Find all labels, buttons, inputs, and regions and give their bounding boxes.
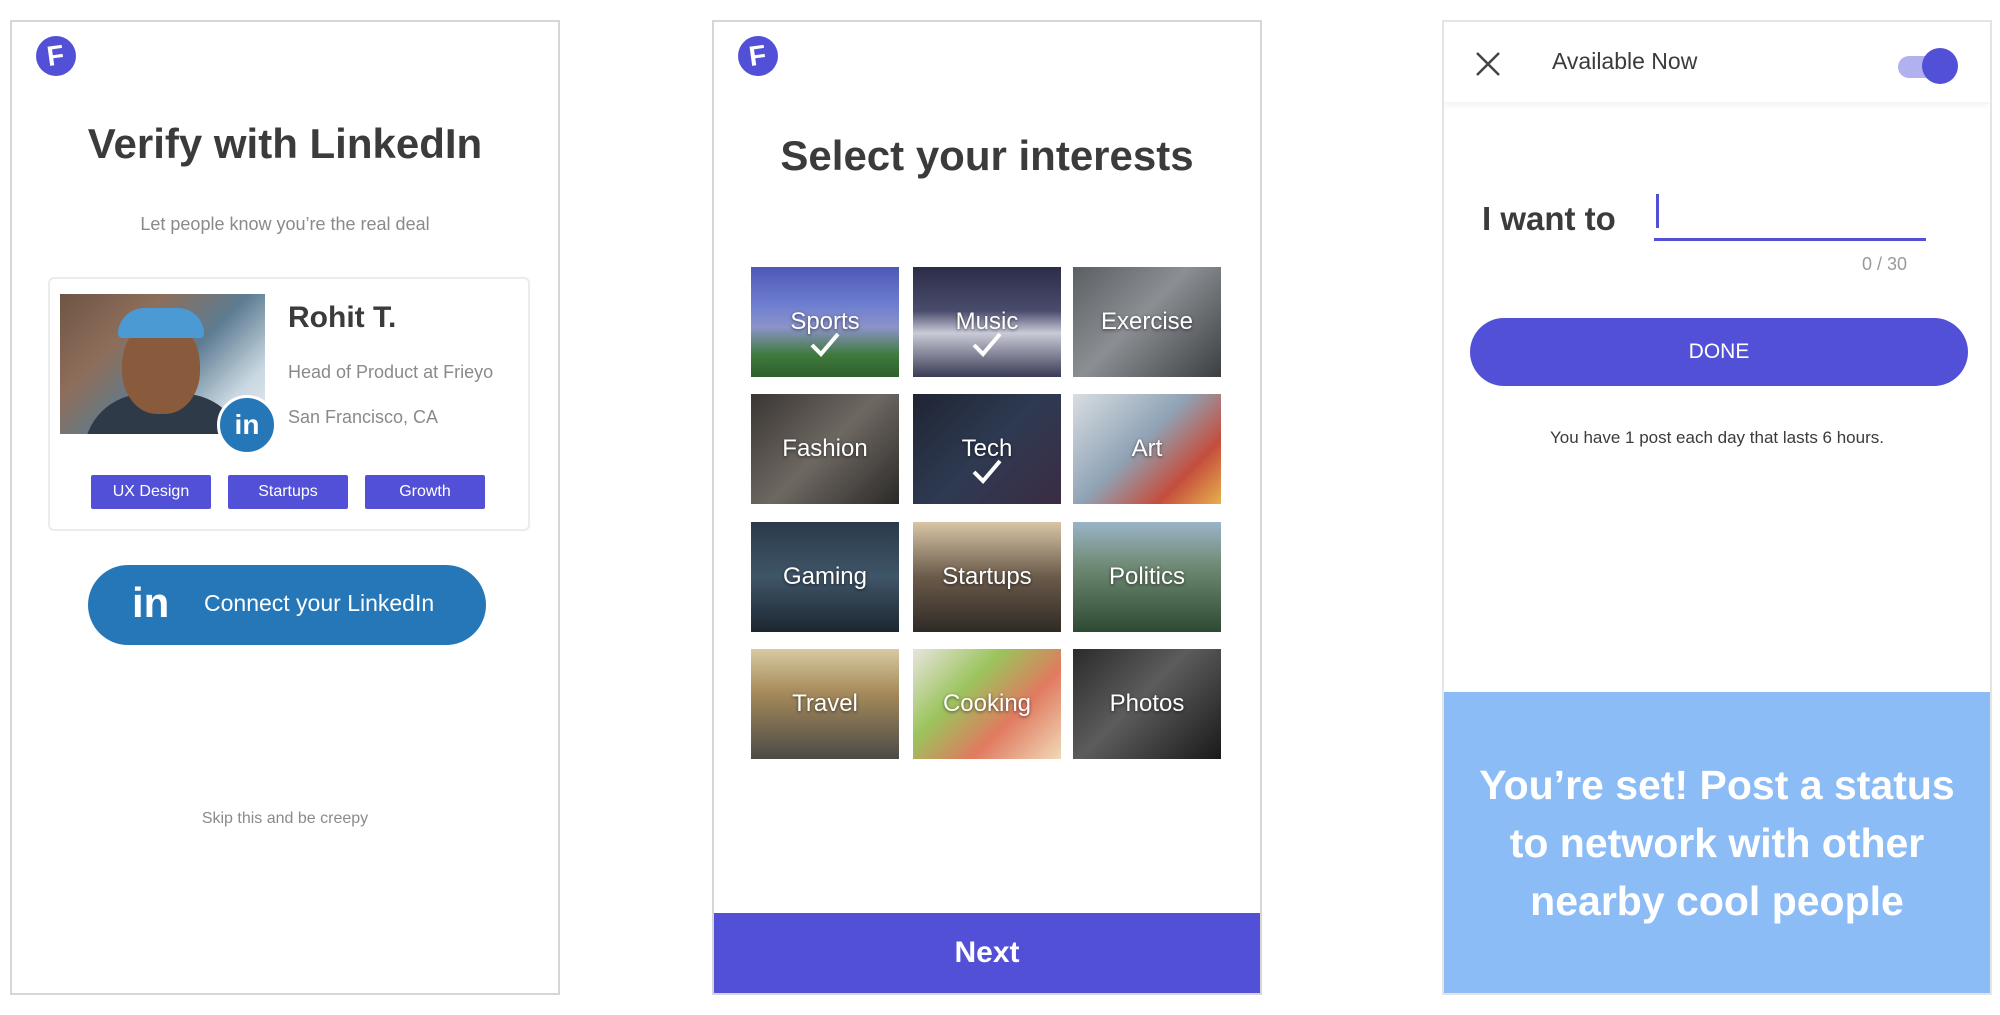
profile-tag: Startups xyxy=(228,475,348,509)
interest-tile-cooking[interactable]: Cooking xyxy=(913,649,1061,759)
interest-tile-tech[interactable]: Tech xyxy=(913,394,1061,504)
profile-card: in Rohit T. Head of Product at Frieyo Sa… xyxy=(48,277,530,531)
app-logo-letter: F xyxy=(45,38,67,73)
confirmation-line: You’re set! Post a status xyxy=(1479,762,1955,808)
interest-tile-music[interactable]: Music xyxy=(913,267,1061,377)
skip-link[interactable]: Skip this and be creepy xyxy=(12,810,558,828)
checkmark-icon xyxy=(972,459,1002,484)
profile-location: San Francisco, CA xyxy=(288,407,439,427)
profile-role: Head of Product at Frieyo xyxy=(288,362,494,382)
interest-label: Politics xyxy=(1108,563,1186,590)
interest-label: Startups xyxy=(942,563,1032,590)
checkmark-icon xyxy=(972,332,1002,357)
interest-label: Travel xyxy=(792,690,858,717)
photo-cap xyxy=(118,308,204,338)
availability-label: Available Now xyxy=(1552,48,1698,74)
interest-label: Gaming xyxy=(782,563,868,590)
interest-tile-photos[interactable]: Photos xyxy=(1073,649,1221,759)
interest-tile-politics[interactable]: Politics xyxy=(1073,522,1221,632)
profile-name: Rohit T. xyxy=(288,301,397,334)
interest-label: Art xyxy=(1131,435,1163,462)
done-button[interactable]: DONE xyxy=(1470,318,1968,386)
page-title: Select your interests xyxy=(780,132,1194,179)
select-interests-screen: F Select your interests Sports Music Exerc… xyxy=(712,20,1262,995)
app-logo: F xyxy=(36,36,76,76)
toggle-knob xyxy=(1922,48,1958,84)
text-caret xyxy=(1656,194,1659,228)
next-button[interactable]: Next xyxy=(714,913,1260,993)
profile-tag: Growth xyxy=(365,475,485,509)
close-icon[interactable] xyxy=(1474,50,1502,78)
connect-linkedin-label: Connect your LinkedIn xyxy=(204,590,435,616)
page-title: Verify with LinkedIn xyxy=(87,120,483,167)
interest-label: Exercise xyxy=(1100,308,1194,335)
page-subtitle: Let people know you’re the real deal xyxy=(140,214,430,234)
confirmation-line: nearby cool people xyxy=(1530,878,1904,924)
interest-tile-fashion[interactable]: Fashion xyxy=(751,394,899,504)
confirmation-line: to network with other xyxy=(1509,820,1925,866)
interest-tile-startups[interactable]: Startups xyxy=(913,522,1061,632)
interest-tile-art[interactable]: Art xyxy=(1073,394,1221,504)
interest-tile-gaming[interactable]: Gaming xyxy=(751,522,899,632)
interest-label: Fashion xyxy=(782,435,868,462)
top-bar: Available Now xyxy=(1444,22,1990,102)
linkedin-icon: in xyxy=(132,579,170,626)
prompt-label: I want to xyxy=(1482,200,1616,237)
post-status-screen: Available Now I want to 0 / 30 DONE You … xyxy=(1442,20,1992,995)
linkedin-badge-icon: in xyxy=(217,395,277,455)
char-counter: 0 / 30 xyxy=(1862,254,1908,274)
app-logo: F xyxy=(738,36,778,76)
checkmark-icon xyxy=(810,332,840,357)
status-input[interactable] xyxy=(1654,190,1926,241)
interest-tile-exercise[interactable]: Exercise xyxy=(1073,267,1221,377)
profile-tag: UX Design xyxy=(91,475,211,509)
interest-label: Photos xyxy=(1109,690,1185,717)
confirmation-panel: You’re set! Post a status to network wit… xyxy=(1444,692,1990,993)
verify-linkedin-screen: F Verify with LinkedIn Let people know y… xyxy=(10,20,560,995)
interest-tile-travel[interactable]: Travel xyxy=(751,649,899,759)
post-limit-note: You have 1 post each day that lasts 6 ho… xyxy=(1550,428,1884,447)
interest-label: Cooking xyxy=(942,690,1032,717)
app-logo-letter: F xyxy=(747,38,769,73)
interest-tile-sports[interactable]: Sports xyxy=(751,267,899,377)
connect-linkedin-button[interactable]: in Connect your LinkedIn xyxy=(88,565,486,645)
